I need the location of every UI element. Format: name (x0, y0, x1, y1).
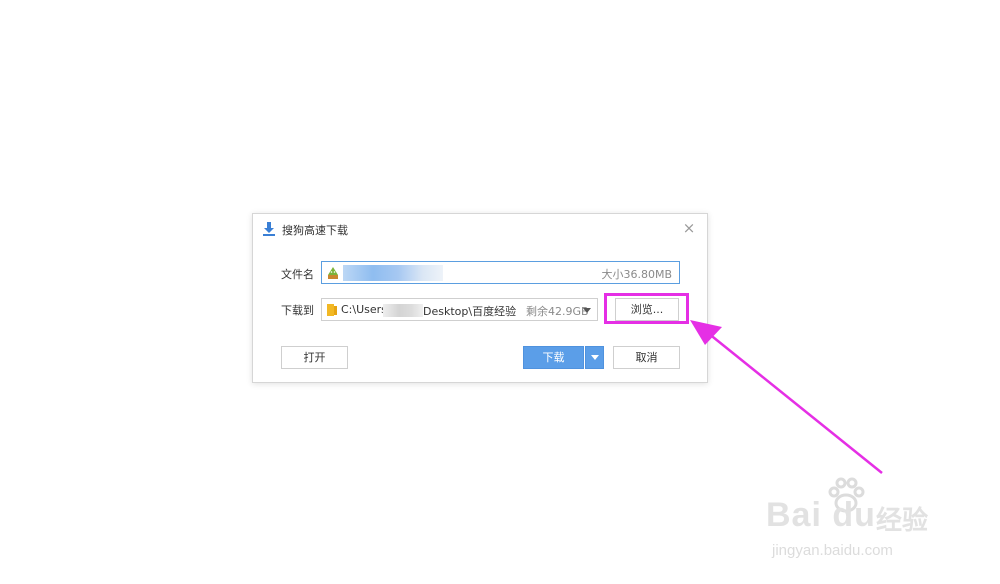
watermark-url: jingyan.baidu.com (772, 542, 893, 559)
saveto-label: 下载到 (281, 304, 314, 317)
download-button[interactable]: 下载 (523, 346, 584, 369)
cancel-button[interactable]: 取消 (613, 346, 680, 369)
download-options-button[interactable] (585, 346, 604, 369)
filename-value (343, 265, 443, 281)
filename-input[interactable]: 大小36.80MB (321, 261, 680, 284)
download-dialog: 搜狗高速下载 × 文件名 大小36.80MB 下载到 C:\Users\ Des… (252, 213, 708, 383)
dialog-title: 搜狗高速下载 (282, 224, 348, 237)
path-username-redacted (383, 304, 423, 317)
filename-label: 文件名 (281, 268, 314, 281)
path-suffix: Desktop\百度经验 (423, 305, 517, 318)
browse-button[interactable]: 浏览... (615, 298, 679, 321)
save-path-select[interactable]: C:\Users\ Desktop\百度经验 剩余42.9GB (321, 298, 598, 321)
close-button[interactable]: × (681, 219, 697, 237)
open-button[interactable]: 打开 (281, 346, 348, 369)
folder-icon (327, 304, 337, 316)
download-icon (263, 222, 275, 236)
dialog-titlebar: 搜狗高速下载 × (253, 214, 707, 244)
chevron-down-icon[interactable] (583, 308, 591, 313)
android-apk-icon (328, 267, 338, 279)
watermark-logo: Bai du (766, 496, 876, 534)
watermark-logo-cn: 经验 (876, 506, 929, 536)
close-icon: × (682, 219, 696, 237)
free-space: 剩余42.9GB (526, 305, 589, 318)
caret-down-icon (591, 355, 599, 360)
file-size: 大小36.80MB (601, 268, 672, 281)
baidu-jingyan-watermark: Bai du 经验 jingyan.baidu.com (764, 476, 954, 576)
